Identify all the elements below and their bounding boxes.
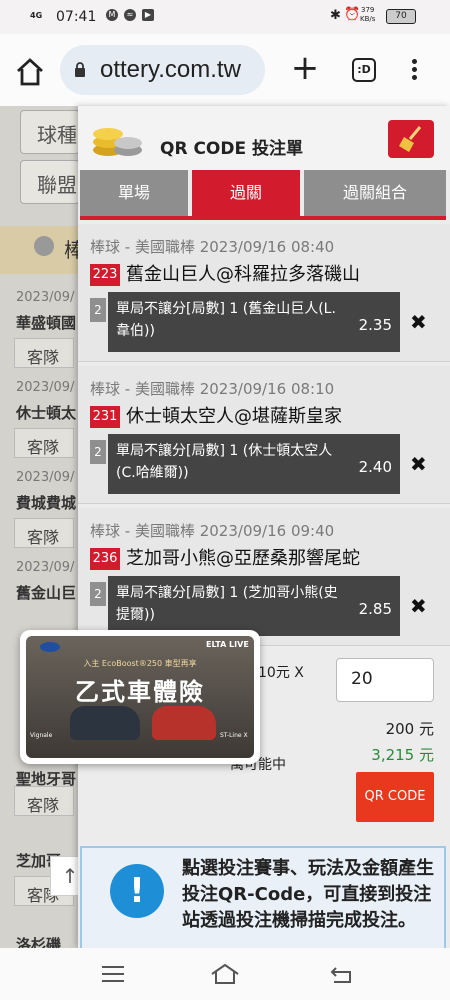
away-chip[interactable]: 客隊	[14, 338, 74, 368]
tabs-underline	[80, 216, 446, 220]
bet-selection-text: 單局不讓分[局數] 1 (休士頓太空人(C.哈維爾))	[116, 443, 333, 481]
bet-selection-text: 單局不讓分[局數] 1 (舊金山巨人(L.韋伯))	[116, 301, 336, 339]
bet-league: 棒球 - 美國職棒 2023/09/16 08:40	[90, 238, 335, 256]
bet-selection-text: 單局不讓分[局數] 1 (芝加哥小熊(史提爾))	[116, 585, 338, 623]
ad-caption-right: ST-Line X	[220, 732, 248, 739]
bet-odds: 2.85	[358, 600, 392, 618]
match-team: 休士頓太	[16, 404, 77, 422]
bet-index: 2	[90, 298, 106, 322]
ad-caption-left: Vignale	[30, 732, 53, 739]
net-speed: 379 KB/s	[360, 6, 376, 23]
browser-toolbar: ottery.com.tw + :D	[0, 34, 450, 106]
bet-match: 芝加哥小熊@亞歷桑那響尾蛇	[126, 548, 360, 569]
ad-subtitle: 入主 EcoBoost®250 車型再享	[83, 659, 197, 668]
clear-button[interactable]	[388, 120, 434, 158]
bet-item: 棒球 - 美國職棒 2023/09/16 09:40 236 芝加哥小熊@亞歷桑…	[78, 508, 450, 646]
bet-selection: 單局不讓分[局數] 1 (芝加哥小熊(史提爾)) 2.85	[108, 576, 400, 636]
sport-type-button[interactable]: 球種	[20, 110, 80, 154]
recent-apps-icon[interactable]	[102, 966, 124, 982]
floating-ad[interactable]: ELTA LIVE 入主 EcoBoost®250 車型再享 乙式車體險 Vig…	[20, 630, 260, 764]
away-chip[interactable]: 客隊	[14, 518, 74, 548]
tab-switcher-button[interactable]: :D	[352, 58, 376, 82]
info-icon: !	[110, 864, 164, 918]
youtube-icon: ▶	[142, 9, 154, 21]
match-team: 費城費城	[16, 494, 77, 512]
more-menu-icon[interactable]	[404, 56, 424, 84]
away-chip[interactable]: 客隊	[14, 428, 74, 458]
tab-single[interactable]: 單場	[80, 170, 188, 216]
qr-code-button[interactable]: QR CODE	[356, 772, 434, 822]
nav-back-icon[interactable]	[330, 964, 354, 984]
bet-league: 棒球 - 美國職棒 2023/09/16 09:40	[90, 522, 335, 540]
url-text: ottery.com.tw	[100, 56, 241, 83]
match-date: 2023/09/	[16, 470, 75, 485]
address-bar[interactable]: ottery.com.tw	[60, 45, 265, 95]
battery-icon: 70	[386, 9, 416, 24]
match-date: 2023/09/	[16, 290, 75, 305]
messenger-icon: ≈	[124, 9, 136, 21]
remove-bet-icon[interactable]: ✖	[410, 452, 427, 476]
bet-league: 棒球 - 美國職棒 2023/09/16 08:10	[90, 380, 335, 398]
home-icon[interactable]	[14, 56, 46, 88]
bet-number: 236	[90, 548, 120, 570]
baseball-icon	[34, 236, 54, 256]
bet-index: 2	[90, 582, 106, 606]
car-image-red	[152, 706, 216, 740]
bet-odds: 2.40	[358, 458, 392, 476]
amount-input[interactable]: 20	[336, 658, 434, 702]
panel-title: QR CODE 投注單	[160, 139, 304, 159]
tab-parlay-combo[interactable]: 過關組合	[304, 170, 446, 216]
match-team: 華盛頓國	[16, 314, 77, 332]
clock: 07:41	[56, 9, 97, 25]
ford-logo-icon	[40, 642, 60, 652]
system-nav-bar	[0, 948, 450, 1000]
coins-icon	[93, 128, 142, 156]
total-amount: 200 元	[385, 720, 434, 738]
bet-slip-panel: QR CODE 投注單 單場 過關 過關組合 棒球 - 美國職棒 2023/09…	[78, 106, 450, 948]
ad-brand: ELTA LIVE	[206, 640, 249, 649]
info-box: ! 點選投注賽事、玩法及金額產生投注QR-Code，可直接到投注站透過投注機掃描…	[80, 846, 446, 948]
match-team: 舊金山巨	[16, 584, 77, 602]
bet-index: 2	[90, 440, 106, 464]
ad-banner: ELTA LIVE 入主 EcoBoost®250 車型再享 乙式車體險 Vig…	[26, 636, 254, 758]
bet-number: 231	[90, 406, 120, 428]
bet-selection: 單局不讓分[局數] 1 (休士頓太空人(C.哈維爾)) 2.40	[108, 434, 400, 494]
car-image-dark	[70, 706, 140, 740]
broom-icon	[399, 126, 422, 152]
panel-header: QR CODE 投注單	[78, 106, 450, 170]
max-win-amount: 3,215 元	[371, 746, 434, 764]
gmail-icon: M	[106, 9, 118, 21]
remove-bet-icon[interactable]: ✖	[410, 594, 427, 618]
ad-title: 乙式車體險	[75, 678, 205, 706]
match-team: 洛杉磯	[16, 936, 62, 948]
nav-home-icon[interactable]	[210, 962, 240, 986]
league-button[interactable]: 聯盟	[20, 160, 80, 204]
bet-odds: 2.35	[358, 316, 392, 334]
bet-number: 223	[90, 264, 120, 286]
bet-match: 休士頓太空人@堪薩斯皇家	[126, 406, 342, 427]
new-tab-button[interactable]: +	[290, 51, 320, 85]
bet-match: 舊金山巨人@科羅拉多落磯山	[126, 264, 360, 285]
status-bar: 4G 07:41 M ≈ ▶ ✱ ⏰ 379 KB/s 70	[0, 0, 450, 34]
tab-parlay[interactable]: 過關	[192, 170, 300, 216]
bet-item: 棒球 - 美國職棒 2023/09/16 08:10 231 休士頓太空人@堪薩…	[78, 366, 450, 504]
info-text: 點選投注賽事、玩法及金額產生投注QR-Code，可直接到投注站透過投注機掃描完成…	[182, 858, 434, 931]
lock-icon	[75, 62, 85, 77]
bet-type-tabs: 單場 過關 過關組合	[80, 170, 446, 220]
bet-item: 棒球 - 美國職棒 2023/09/16 08:40 223 舊金山巨人@科羅拉…	[78, 224, 450, 362]
alarm-icon: ⏰	[344, 7, 361, 22]
away-chip[interactable]: 客隊	[14, 786, 74, 816]
match-date: 2023/09/	[16, 380, 75, 395]
network-indicator: 4G	[30, 11, 43, 20]
remove-bet-icon[interactable]: ✖	[410, 310, 427, 334]
bluetooth-icon: ✱	[330, 8, 341, 23]
match-date: 2023/09/	[16, 560, 75, 575]
bet-selection: 單局不讓分[局數] 1 (舊金山巨人(L.韋伯)) 2.35	[108, 292, 400, 352]
